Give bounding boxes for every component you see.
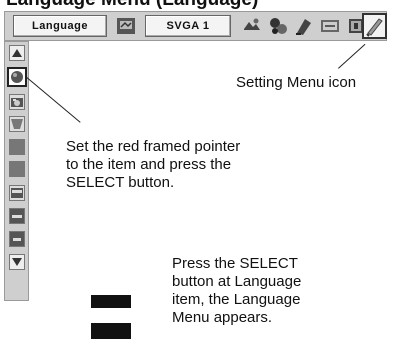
top-menu-bar: Language SVGA 1 — [4, 11, 387, 41]
select-instruction-line: Press the SELECT — [172, 255, 298, 272]
side-menu — [4, 41, 29, 301]
screen-icon[interactable] — [293, 15, 315, 37]
header-title-text: Language Menu (Language) — [6, 0, 258, 10]
camera-item-icon[interactable] — [9, 94, 25, 110]
image-select-icon[interactable] — [241, 15, 263, 37]
pointer-instruction-line: Set the red framed pointer — [66, 138, 241, 155]
select-instruction-line: item, the Language — [172, 291, 301, 308]
scroll-down-icon[interactable] — [9, 254, 25, 270]
header-title-clipped: Language Menu (Language) — [0, 0, 408, 10]
image-adjust-icon[interactable] — [267, 15, 289, 37]
select-instruction-line: button at Language — [172, 273, 302, 290]
item-blank-icon[interactable] — [9, 161, 25, 177]
language-item-icon[interactable] — [7, 67, 27, 87]
keystone-item-icon[interactable] — [9, 116, 25, 132]
setting-menu-icon[interactable] — [362, 13, 387, 39]
remote-item-icon[interactable] — [9, 231, 25, 247]
language-menu-preview-bar — [91, 295, 131, 308]
item-blank-icon[interactable] — [9, 139, 25, 155]
pointer-instruction-line: SELECT button. — [66, 174, 175, 191]
language-button[interactable]: Language — [13, 15, 107, 37]
language-menu-preview-bar — [91, 323, 131, 339]
computer-adjust-icon[interactable] — [115, 15, 137, 37]
scroll-up-icon[interactable] — [9, 45, 25, 61]
screen-item-icon[interactable] — [9, 185, 25, 201]
setting-menu-icon-caption: Setting Menu icon — [236, 74, 357, 91]
input-mode-display: SVGA 1 — [145, 15, 231, 37]
pointer-instruction-line: to the item and press the — [66, 156, 232, 173]
pin-code-item-icon[interactable] — [9, 208, 25, 224]
setting-icon[interactable] — [319, 15, 341, 37]
setting-menu-callout-line — [338, 43, 366, 69]
pointer-callout-line — [26, 77, 81, 123]
select-instruction-line: Menu appears. — [172, 309, 273, 326]
pointer-instruction: Set the red framed pointer to the item a… — [66, 138, 240, 192]
select-instruction: Press the SELECT button at Language item… — [172, 255, 301, 327]
